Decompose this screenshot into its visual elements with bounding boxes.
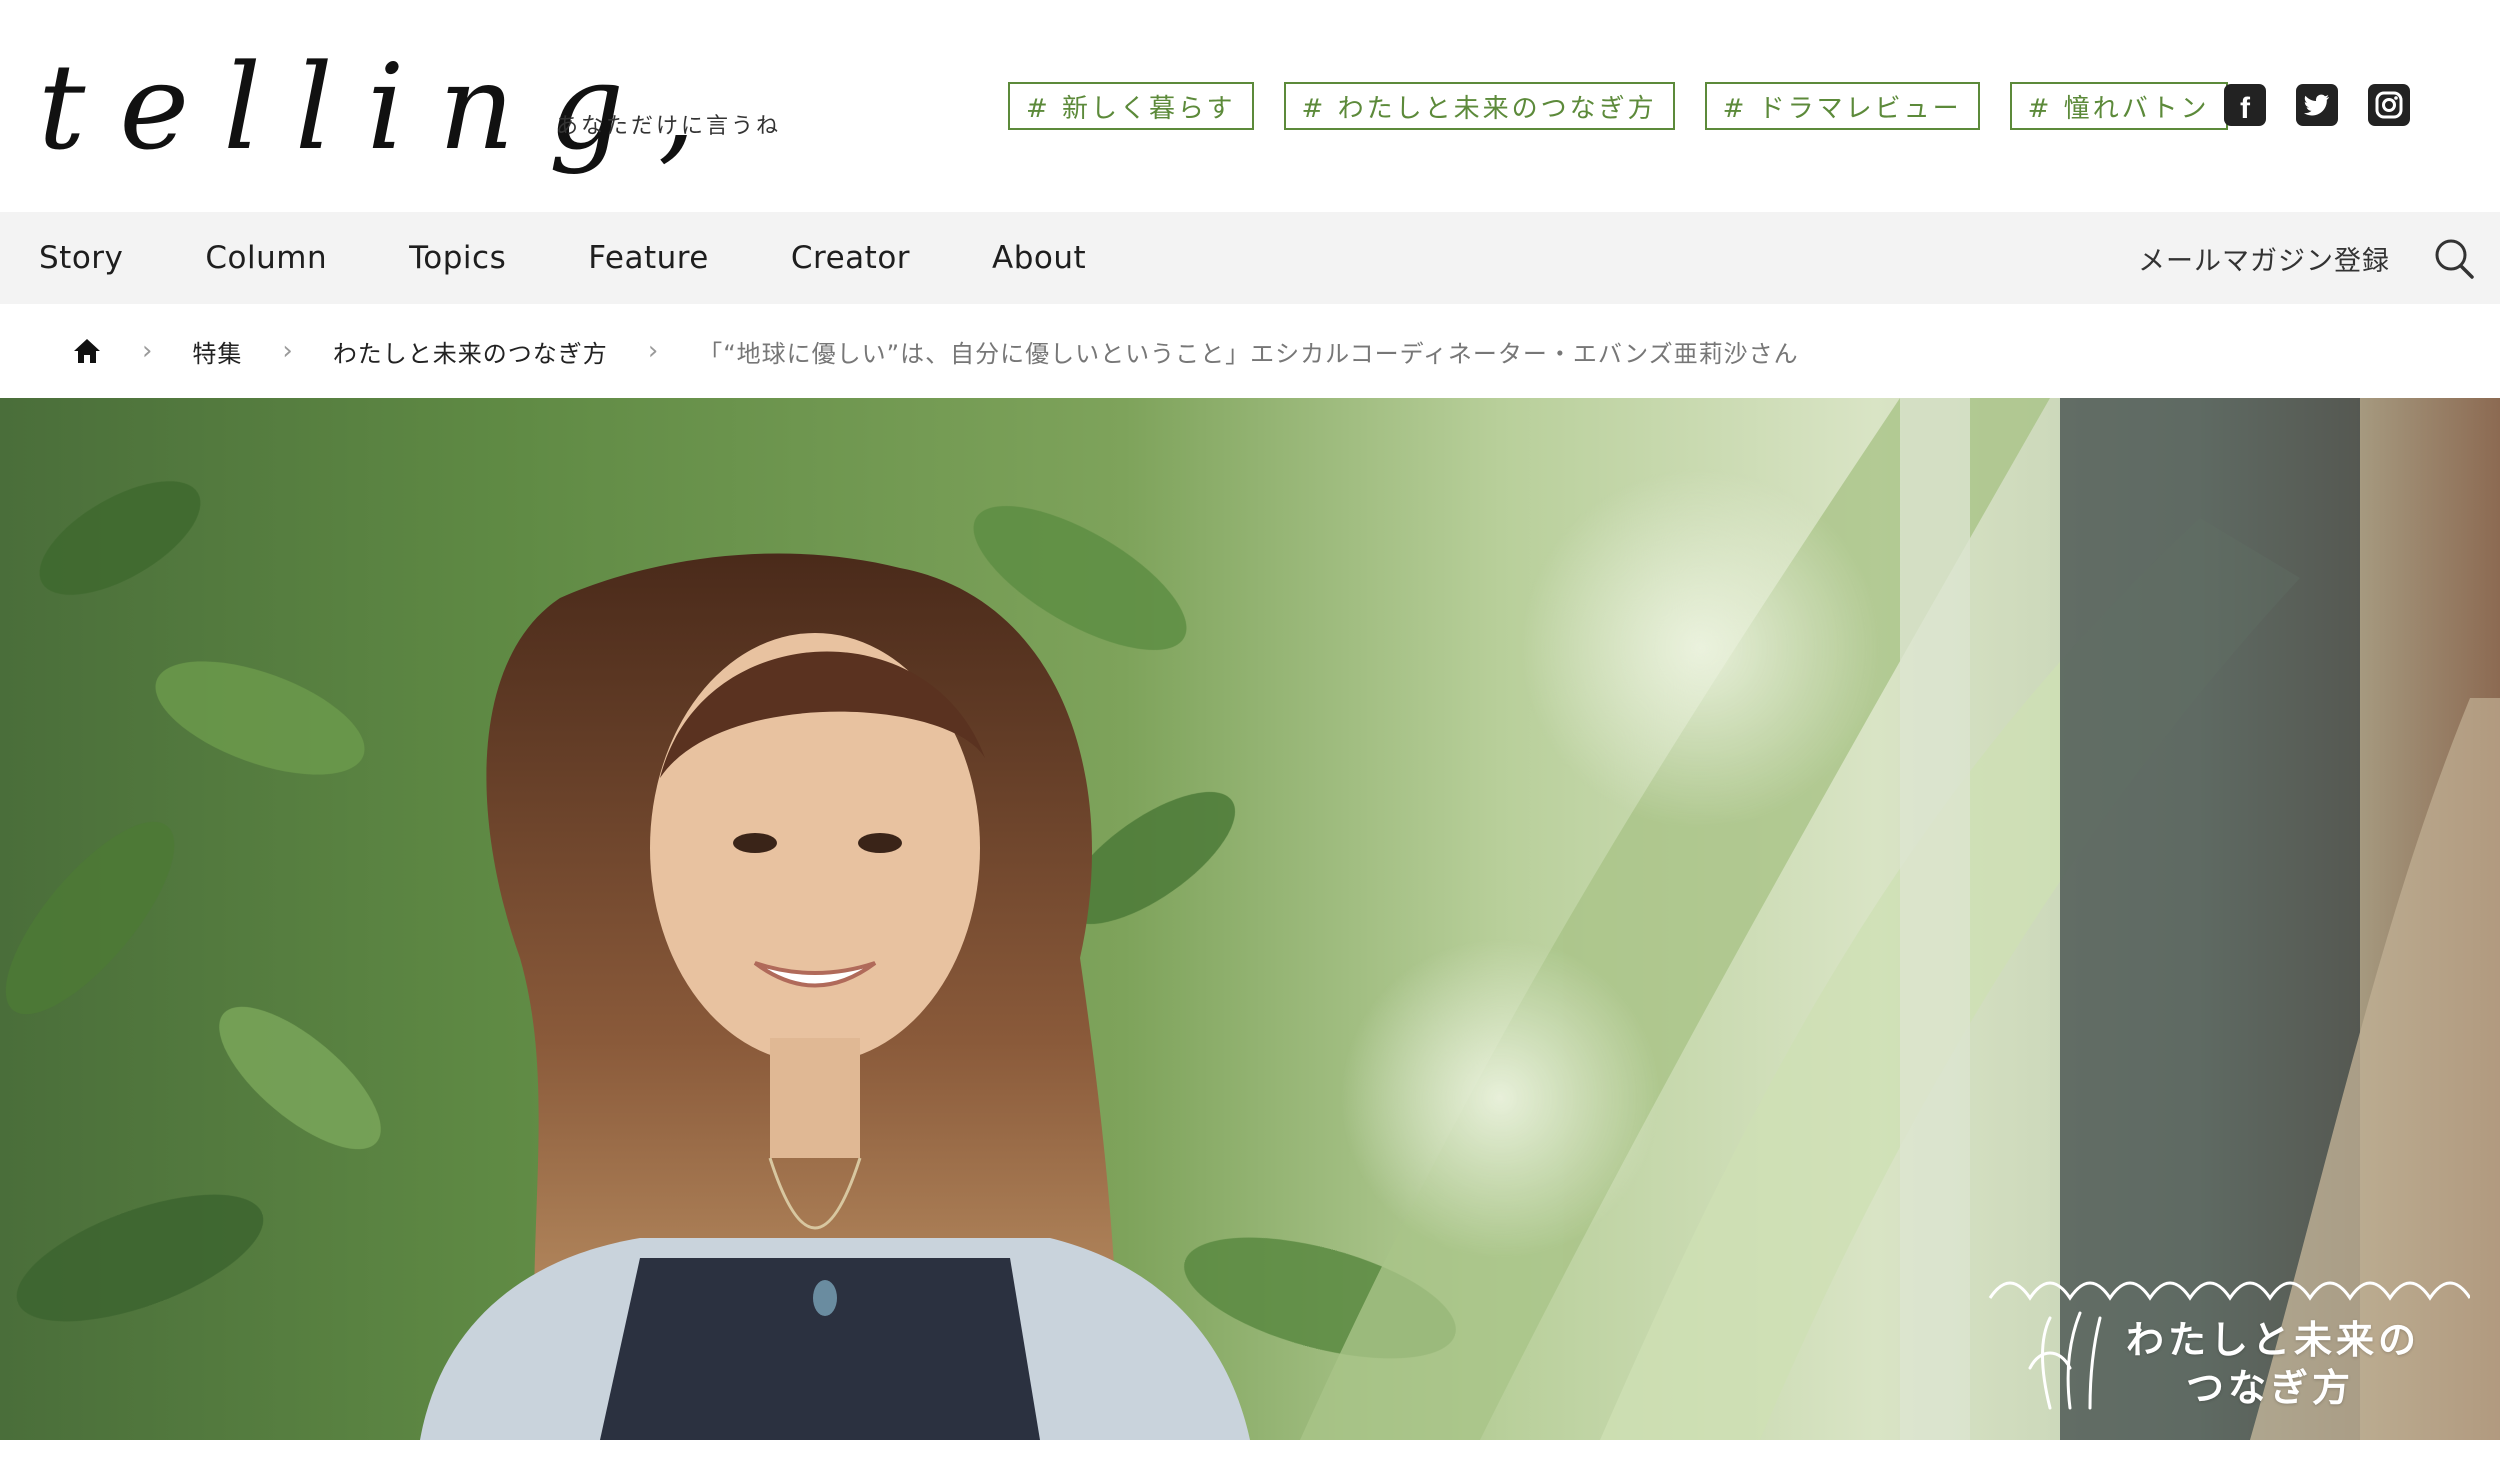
breadcrumb: › 特集 › わたしと未来のつなぎ方 › 「“地球に優しい”は、自分に優しいとい… bbox=[0, 304, 2500, 398]
hashtag-new-living[interactable]: # 新しく暮らす bbox=[1008, 82, 1254, 130]
svg-text:f: f bbox=[2240, 92, 2251, 122]
nav-menu: Story Column Topics Feature Creator Abou… bbox=[39, 212, 1168, 304]
series-badge: わたしと未来の つなぎ方 bbox=[2126, 1316, 2420, 1412]
series-badge-line2: つなぎ方 bbox=[2186, 1366, 2355, 1410]
site-logo[interactable]: telling, bbox=[38, 48, 730, 166]
breadcrumb-current: 「“地球に優しい”は、自分に優しいということ」エシカルコーディネーター・エバンズ… bbox=[698, 339, 1799, 368]
nav-item-feature[interactable]: Feature bbox=[588, 240, 709, 276]
nav-item-story[interactable]: Story bbox=[39, 240, 123, 276]
site-tagline: あなただけに言うね bbox=[556, 114, 782, 139]
chevron-right-icon: › bbox=[282, 336, 293, 366]
home-icon[interactable] bbox=[72, 336, 102, 366]
facebook-icon[interactable]: f bbox=[2224, 84, 2266, 126]
chevron-right-icon: › bbox=[142, 336, 153, 366]
chevron-right-icon: › bbox=[647, 336, 659, 366]
hashtag-admiration-baton[interactable]: # 憧れバトン bbox=[2009, 82, 2228, 130]
breadcrumb-item-series[interactable]: わたしと未来のつなぎ方 bbox=[333, 334, 608, 369]
main-nav: Story Column Topics Feature Creator Abou… bbox=[0, 212, 2500, 304]
series-badge-line1: わたしと未来の bbox=[2126, 1318, 2421, 1362]
nav-item-column[interactable]: Column bbox=[205, 240, 327, 276]
nav-item-creator[interactable]: Creator bbox=[791, 240, 910, 276]
newsletter-link[interactable]: メールマガジン登録 bbox=[2138, 212, 2390, 304]
twitter-icon[interactable] bbox=[2296, 84, 2338, 126]
nav-item-about[interactable]: About bbox=[992, 240, 1086, 276]
site-header: telling, あなただけに言うね # 新しく暮らす # わたしと未来のつなぎ… bbox=[0, 0, 2500, 212]
hashtag-list: # 新しく暮らす # わたしと未来のつなぎ方 # ドラマレビュー # 憧れバトン bbox=[1008, 82, 2228, 130]
social-links: f bbox=[2224, 84, 2410, 126]
hashtag-future-connection[interactable]: # わたしと未来のつなぎ方 bbox=[1283, 82, 1675, 130]
instagram-icon[interactable] bbox=[2368, 84, 2410, 126]
search-icon[interactable] bbox=[2432, 236, 2476, 280]
hashtag-drama-review[interactable]: # ドラマレビュー bbox=[1704, 82, 1980, 130]
breadcrumb-item-feature[interactable]: 特集 bbox=[192, 334, 242, 369]
nav-item-topics[interactable]: Topics bbox=[409, 240, 506, 276]
